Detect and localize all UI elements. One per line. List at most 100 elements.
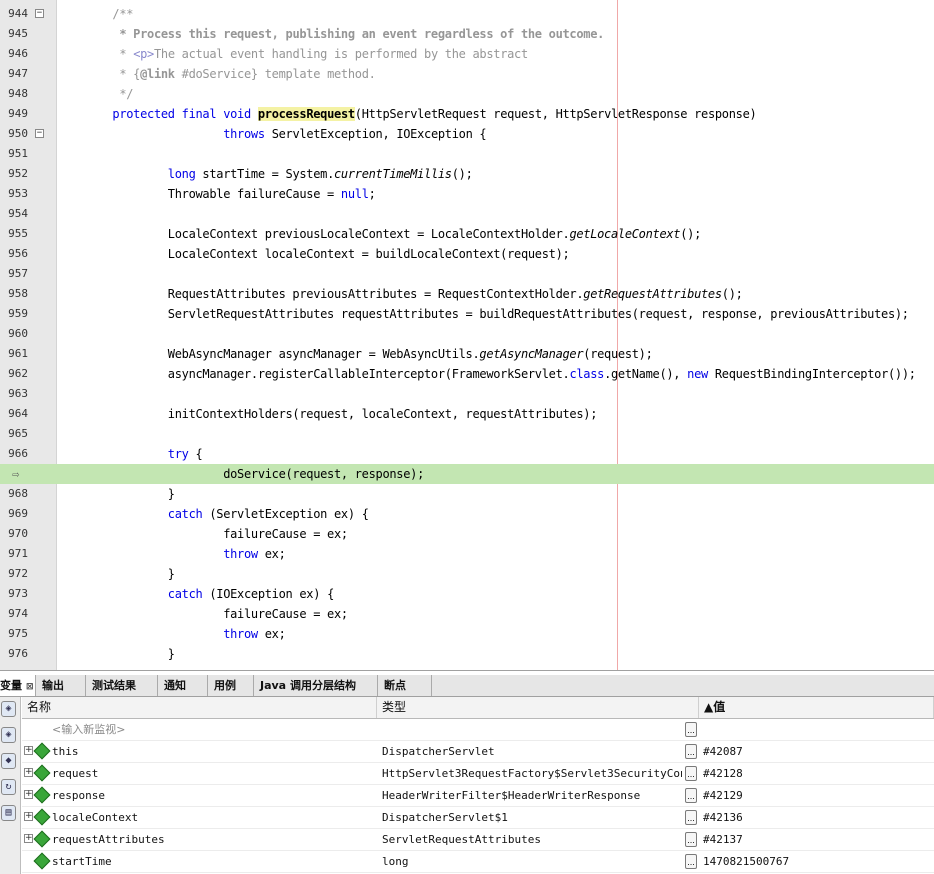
- line-number: 951: [8, 147, 28, 160]
- tab-label: 变量: [0, 679, 22, 692]
- code-line[interactable]: 964 initContextHolders(request, localeCo…: [0, 404, 934, 424]
- line-number: 957: [8, 267, 28, 280]
- ellipsis-button[interactable]: ...: [685, 832, 697, 847]
- code-text: protected final void processRequest(Http…: [112, 107, 757, 121]
- expand-icon[interactable]: +: [24, 790, 33, 799]
- fold-toggle-icon[interactable]: −: [35, 9, 44, 18]
- column-header-value[interactable]: ▲值: [699, 697, 934, 718]
- code-line[interactable]: 963: [0, 384, 934, 404]
- variable-name: request: [52, 767, 99, 780]
- tab-3[interactable]: 通知: [158, 675, 208, 696]
- tab-5[interactable]: Java 调用分层结构: [254, 675, 378, 696]
- line-number: 963: [8, 387, 28, 400]
- tab-4[interactable]: 用例: [208, 675, 254, 696]
- new-watch-placeholder[interactable]: <输入新监视>: [52, 719, 125, 741]
- ellipsis-button[interactable]: ...: [685, 854, 697, 869]
- code-line[interactable]: 970 failureCause = ex;: [0, 524, 934, 544]
- variable-name: startTime: [52, 855, 112, 868]
- line-number: 949: [8, 107, 28, 120]
- line-number: 952: [8, 167, 28, 180]
- code-line[interactable]: 975 throw ex;: [0, 624, 934, 644]
- variable-row[interactable]: + localeContext DispatcherServlet$1 #42136.…: [22, 807, 934, 829]
- variable-row[interactable]: + request HttpServlet3RequestFactory$Servl…: [22, 763, 934, 785]
- ellipsis-button[interactable]: ...: [685, 810, 697, 825]
- variable-type: HeaderWriterFilter$HeaderWriterResponse: [382, 789, 641, 802]
- code-text: LocaleContext localeContext = buildLocal…: [57, 247, 570, 261]
- code-line[interactable]: 968 }: [0, 484, 934, 504]
- code-line[interactable]: 958 RequestAttributes previousAttributes…: [0, 284, 934, 304]
- code-line[interactable]: 961 WebAsyncManager asyncManager = WebAs…: [0, 344, 934, 364]
- code-line[interactable]: 965: [0, 424, 934, 444]
- code-line[interactable]: 959 ServletRequestAttributes requestAttr…: [0, 304, 934, 324]
- code-line[interactable]: 946 * <p>The actual event handling is pe…: [0, 44, 934, 64]
- expand-icon[interactable]: +: [24, 768, 33, 777]
- filter-icon[interactable]: ◆: [1, 753, 16, 769]
- line-number: 960: [8, 327, 28, 340]
- current-execution-line[interactable]: ⇨ doService(request, response);: [0, 464, 934, 484]
- step-icon[interactable]: ◈: [1, 727, 16, 743]
- variable-row[interactable]: + requestAttributes ServletRequestAttribut…: [22, 829, 934, 851]
- code-line[interactable]: 972 }: [0, 564, 934, 584]
- new-watch-row[interactable]: <输入新监视> ...: [22, 719, 934, 741]
- variable-row[interactable]: + this DispatcherServlet #42087...: [22, 741, 934, 763]
- ellipsis-button[interactable]: ...: [685, 744, 697, 759]
- line-number: 970: [8, 527, 28, 540]
- code-line[interactable]: 951: [0, 144, 934, 164]
- layout-icon[interactable]: ▤: [1, 805, 16, 821]
- code-line[interactable]: 950− throws ServletException, IOExceptio…: [0, 124, 934, 144]
- tab-6[interactable]: 断点: [378, 675, 432, 696]
- line-number: 974: [8, 607, 28, 620]
- code-line[interactable]: 944− /**: [0, 4, 934, 24]
- expand-icon[interactable]: +: [24, 746, 33, 755]
- ellipsis-button[interactable]: ...: [685, 766, 697, 781]
- code-text: }: [57, 487, 175, 501]
- code-text: try {: [167, 447, 203, 461]
- line-number: 976: [8, 647, 28, 660]
- variable-row[interactable]: + response HeaderWriterFilter$HeaderWriter…: [22, 785, 934, 807]
- expand-icon[interactable]: +: [24, 812, 33, 821]
- ellipsis-button[interactable]: ...: [685, 788, 697, 803]
- tab-2[interactable]: 测试结果: [86, 675, 158, 696]
- code-line[interactable]: 962 asyncManager.registerCallableInterce…: [0, 364, 934, 384]
- variable-type: long: [382, 855, 409, 868]
- code-line[interactable]: 945 * Process this request, publishing a…: [0, 24, 934, 44]
- column-header-type[interactable]: 类型: [377, 697, 699, 718]
- line-number: 946: [8, 47, 28, 60]
- code-line[interactable]: 949 protected final void processRequest(…: [0, 104, 934, 124]
- code-line[interactable]: 973 catch (IOException ex) {: [0, 584, 934, 604]
- line-number: 968: [8, 487, 28, 500]
- code-line[interactable]: 954: [0, 204, 934, 224]
- variable-name: response: [52, 789, 105, 802]
- line-number: 973: [8, 587, 28, 600]
- code-line[interactable]: 956 LocaleContext localeContext = buildL…: [0, 244, 934, 264]
- line-number: 944: [8, 7, 28, 20]
- code-line[interactable]: 953 Throwable failureCause = null;: [0, 184, 934, 204]
- code-text: asyncManager.registerCallableInterceptor…: [57, 367, 916, 381]
- code-line[interactable]: 971 throw ex;: [0, 544, 934, 564]
- code-line[interactable]: 952 long startTime = System.currentTimeM…: [0, 164, 934, 184]
- code-line[interactable]: 955 LocaleContext previousLocaleContext …: [0, 224, 934, 244]
- code-line[interactable]: 957: [0, 264, 934, 284]
- code-text: WebAsyncManager asyncManager = WebAsyncU…: [57, 347, 653, 361]
- close-icon[interactable]: ⊠: [26, 682, 34, 692]
- tab-0[interactable]: 变量 ⊠: [0, 675, 36, 696]
- column-header-name[interactable]: 名称: [22, 697, 377, 718]
- expand-icon[interactable]: +: [24, 834, 33, 843]
- watch-icon[interactable]: ◈: [1, 701, 16, 717]
- fold-toggle-icon[interactable]: −: [35, 129, 44, 138]
- tab-1[interactable]: 输出: [36, 675, 86, 696]
- code-line[interactable]: 974 failureCause = ex;: [0, 604, 934, 624]
- refresh-icon[interactable]: ↻: [1, 779, 16, 795]
- code-line[interactable]: 948 */: [0, 84, 934, 104]
- ellipsis-button[interactable]: ...: [685, 722, 697, 737]
- code-editor[interactable]: 944− /** 945 * Process this request, publ…: [0, 0, 934, 670]
- code-line[interactable]: 966 try {: [0, 444, 934, 464]
- variable-type: ServletRequestAttributes: [382, 833, 541, 846]
- code-text: /**: [112, 7, 134, 21]
- code-line[interactable]: 960: [0, 324, 934, 344]
- variable-row[interactable]: startTime long 1470821500767...: [22, 851, 934, 873]
- code-line[interactable]: 969 catch (ServletException ex) {: [0, 504, 934, 524]
- variable-icon: [33, 786, 51, 804]
- code-line[interactable]: 976 }: [0, 644, 934, 664]
- code-line[interactable]: 947 * {@link #doService} template method…: [0, 64, 934, 84]
